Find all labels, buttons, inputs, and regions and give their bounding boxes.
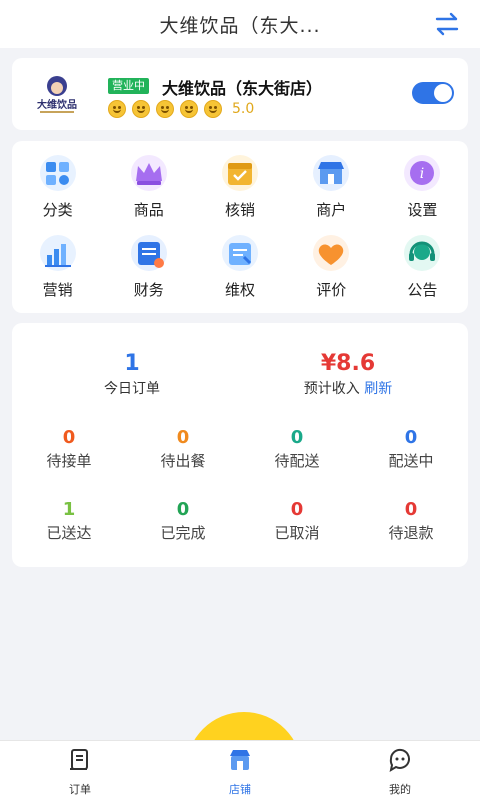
menu-label: 公告 <box>407 281 438 299</box>
stat-pending-accept[interactable]: 0 待接单 <box>12 427 126 471</box>
stat-delivering[interactable]: 0 配送中 <box>354 427 468 471</box>
stat-value: 0 <box>290 499 304 520</box>
stat-label: 待出餐 <box>160 452 206 470</box>
crown-icon <box>130 155 167 191</box>
menu-item-marketing[interactable]: 营销 <box>12 233 103 313</box>
smiley-face-icon <box>204 100 222 118</box>
nav-store[interactable]: 店铺 <box>200 747 280 797</box>
expected-income-label: 预计收入 <box>303 381 360 397</box>
svg-text:i: i <box>420 166 424 182</box>
stat-row-finished: 1 已送达 0 已完成 0 已取消 0 待退款 <box>12 499 468 543</box>
heart-icon <box>313 235 350 271</box>
stat-value: 0 <box>290 427 304 448</box>
rating-score: 5.0 <box>232 101 255 117</box>
info-settings-icon: i <box>404 155 441 191</box>
function-menu: 分类 商品 核销 商户 i 设置 营销 财务 维权 评价 公告 <box>12 141 468 313</box>
menu-label: 财务 <box>133 281 164 299</box>
stat-pending-meal[interactable]: 0 待出餐 <box>126 427 240 471</box>
expected-income: ¥8.6 预计收入 刷新 <box>248 351 448 398</box>
finance-icon <box>130 235 167 271</box>
menu-item-reviews[interactable]: 评价 <box>286 233 377 313</box>
store-card: 大维饮品 营业中 大维饮品（东大街店） 5.0 <box>12 58 468 130</box>
stat-label: 配送中 <box>388 452 434 470</box>
smiley-face-icon <box>132 100 150 118</box>
headset-icon <box>404 235 441 271</box>
order-stats: 1 今日订单 ¥8.6 预计收入 刷新 0 待接单 0 待出餐 0 待配送 0 … <box>12 323 468 567</box>
stat-label: 已送达 <box>46 524 92 542</box>
menu-item-category[interactable]: 分类 <box>12 153 103 233</box>
bottom-nav: 订单 店铺 我的 <box>0 740 480 800</box>
menu-item-products[interactable]: 商品 <box>103 153 194 233</box>
stat-label: 已完成 <box>160 524 206 542</box>
today-orders-label: 今日订单 <box>104 381 160 397</box>
chat-profile-icon <box>389 748 410 773</box>
menu-item-notice[interactable]: 公告 <box>377 233 468 313</box>
store-open-toggle[interactable] <box>412 82 454 104</box>
svg-text:大维饮品: 大维饮品 <box>37 98 77 111</box>
today-orders-value: 1 <box>124 351 140 376</box>
rights-doc-icon <box>221 235 258 271</box>
toggle-knob <box>434 84 452 102</box>
stat-label: 待配送 <box>274 452 320 470</box>
stat-row-status: 0 待接单 0 待出餐 0 待配送 0 配送中 <box>12 427 468 471</box>
swap-icon[interactable] <box>434 12 460 36</box>
menu-label: 核销 <box>224 201 255 219</box>
menu-label: 设置 <box>407 201 438 219</box>
stat-label: 待接单 <box>46 452 92 470</box>
store-name: 大维饮品（东大街店） <box>162 79 323 98</box>
stat-value: 0 <box>176 427 190 448</box>
nav-orders[interactable]: 订单 <box>40 747 120 797</box>
refresh-link[interactable]: 刷新 <box>364 381 392 397</box>
menu-item-rights[interactable]: 维权 <box>194 233 285 313</box>
stat-label: 已取消 <box>274 524 320 542</box>
nav-mine[interactable]: 我的 <box>360 747 440 797</box>
stat-value: 0 <box>404 427 418 448</box>
nav-label: 订单 <box>69 783 91 796</box>
app-header: 大维饮品（东大... <box>0 0 480 48</box>
smiley-face-icon <box>180 100 198 118</box>
stat-value: 0 <box>62 427 76 448</box>
smiley-face-icon <box>108 100 126 118</box>
menu-label: 维权 <box>224 281 255 299</box>
menu-label: 营销 <box>42 281 73 299</box>
menu-label: 商品 <box>133 201 164 219</box>
menu-item-verify[interactable]: 核销 <box>194 153 285 233</box>
calendar-check-icon <box>221 155 258 191</box>
menu-label: 分类 <box>42 201 73 219</box>
stat-label: 待退款 <box>388 524 434 542</box>
stat-pending-refund[interactable]: 0 待退款 <box>354 499 468 543</box>
expected-income-value: ¥8.6 <box>320 351 376 376</box>
page-title: 大维饮品（东大... <box>159 14 321 37</box>
stat-value: 0 <box>404 499 418 520</box>
stat-cancelled[interactable]: 0 已取消 <box>240 499 354 543</box>
menu-item-merchant[interactable]: 商户 <box>286 153 377 233</box>
nav-label: 我的 <box>389 783 411 796</box>
stat-delivered[interactable]: 1 已送达 <box>12 499 126 543</box>
nav-label: 店铺 <box>229 783 251 796</box>
smiley-face-icon <box>156 100 174 118</box>
status-badge: 营业中 <box>108 78 149 94</box>
today-orders[interactable]: 1 今日订单 <box>32 351 232 398</box>
stat-pending-delivery[interactable]: 0 待配送 <box>240 427 354 471</box>
store-icon <box>230 750 250 770</box>
menu-label: 商户 <box>316 201 347 219</box>
menu-label: 评价 <box>316 281 347 299</box>
bar-chart-icon <box>39 235 76 271</box>
stat-value: 1 <box>62 499 76 520</box>
menu-item-finance[interactable]: 财务 <box>103 233 194 313</box>
stat-completed[interactable]: 0 已完成 <box>126 499 240 543</box>
stat-value: 0 <box>176 499 190 520</box>
shop-icon <box>313 155 350 191</box>
category-icon <box>39 155 76 191</box>
rating-row: 5.0 <box>108 100 254 118</box>
menu-item-settings[interactable]: i 设置 <box>377 153 468 233</box>
store-logo: 大维饮品 <box>26 72 88 118</box>
order-icon <box>70 749 88 770</box>
